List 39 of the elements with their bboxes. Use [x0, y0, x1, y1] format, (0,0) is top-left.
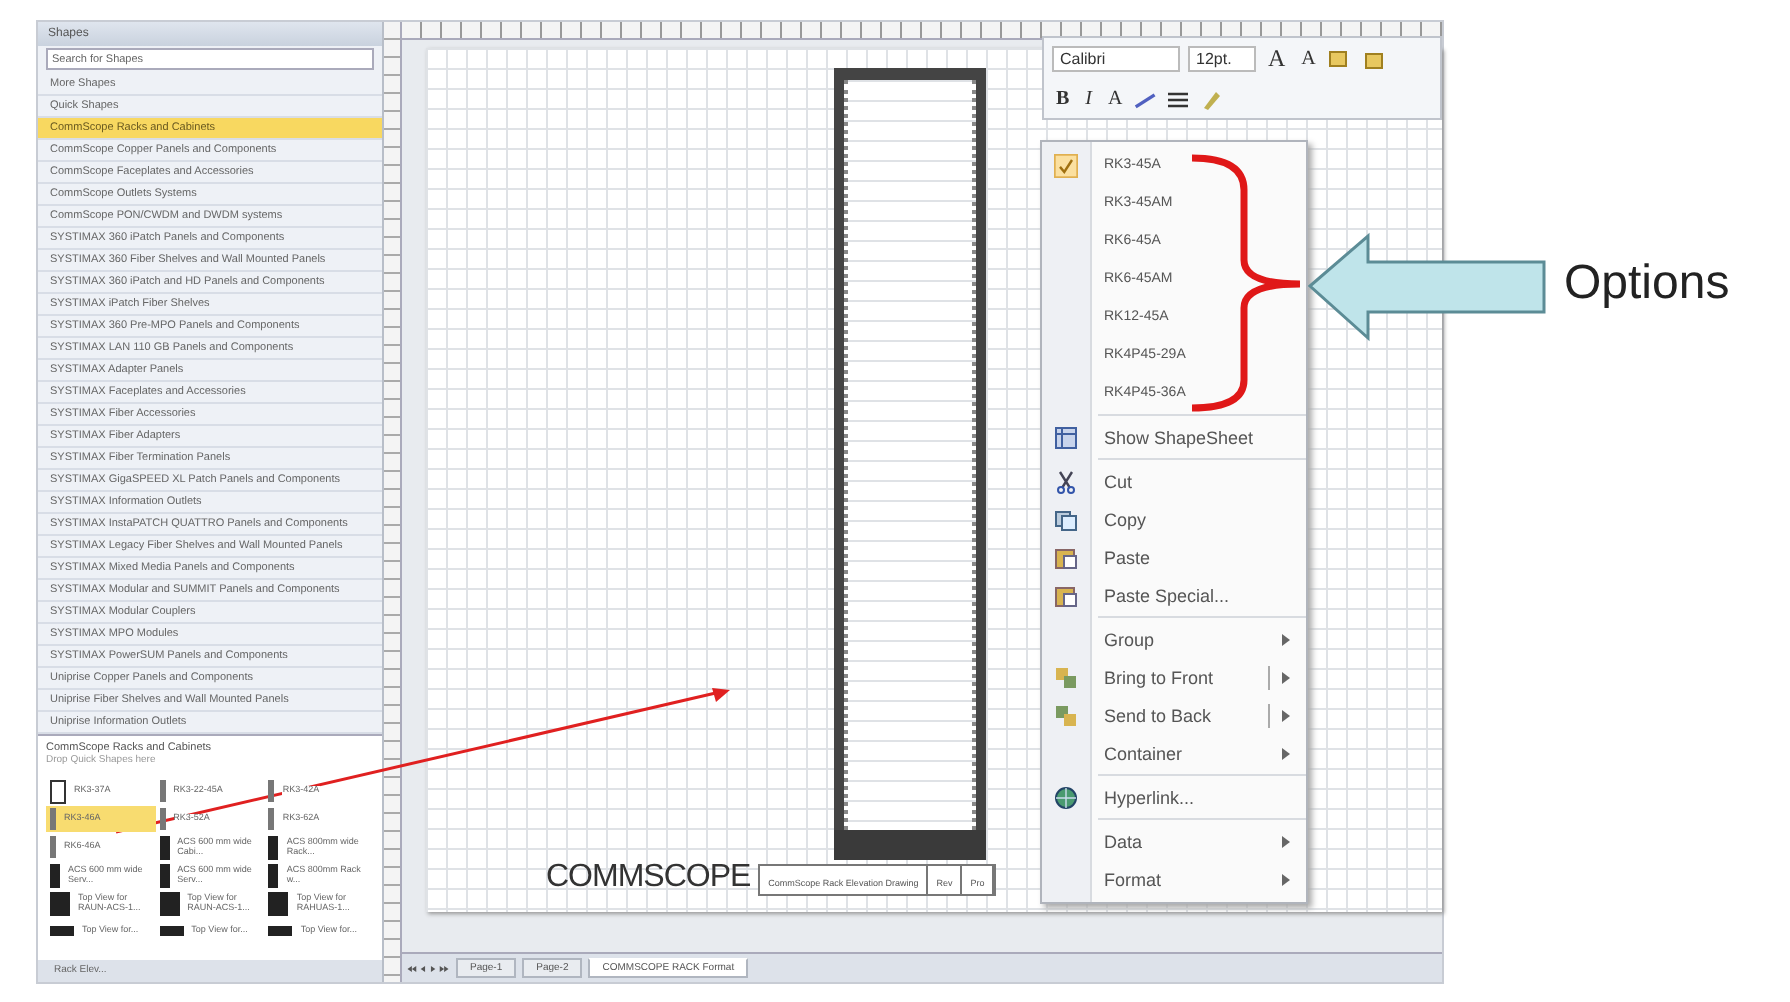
submenu-item[interactable]: Data [1042, 822, 1306, 860]
submenu-item[interactable]: Bring to Front [1042, 658, 1306, 696]
logo-text: COMMSCOPE [546, 860, 751, 896]
globe-icon [1054, 785, 1078, 809]
submenu-arrow-icon [1282, 835, 1290, 847]
copy-icon [1054, 507, 1078, 531]
menu-item[interactable]: Copy [1042, 500, 1306, 538]
rack-shape[interactable] [833, 68, 985, 860]
page-navigation-icon[interactable] [406, 963, 450, 973]
annotation-label: Options [1564, 256, 1730, 312]
font-color-button[interactable]: A [1104, 88, 1127, 111]
menu-item[interactable]: Paste Special... [1042, 576, 1306, 614]
submenu-item[interactable]: Send to Back [1042, 696, 1306, 734]
submenu-item[interactable]: Container [1042, 734, 1306, 772]
menu-item[interactable]: Cut [1042, 462, 1306, 500]
line-color-icon[interactable] [1134, 87, 1159, 112]
arrange-icon [1054, 665, 1078, 689]
font-size-dropdown[interactable]: 12pt. [1188, 46, 1256, 73]
clipboard-icon [1054, 545, 1078, 569]
submenu-arrow-icon [1282, 633, 1290, 645]
submenu-item[interactable]: Group [1042, 620, 1306, 658]
submenu-item[interactable]: Format [1042, 860, 1306, 898]
font-dropdown[interactable]: Calibri [1052, 46, 1180, 73]
grow-font-button[interactable]: A [1264, 44, 1290, 75]
align-icon[interactable] [1166, 87, 1191, 112]
italic-button[interactable]: I [1081, 88, 1097, 111]
menu-item[interactable]: Show ShapeSheet [1042, 418, 1306, 456]
clipboard-icon [1054, 583, 1078, 607]
bold-button[interactable]: B [1052, 88, 1074, 111]
submenu-arrow-icon [1282, 671, 1290, 683]
submenu-arrow-icon [1282, 747, 1290, 759]
menu-item[interactable]: Hyperlink... [1042, 778, 1306, 816]
sheet-icon [1054, 425, 1078, 449]
arrange-icon [1054, 703, 1078, 727]
submenu-arrow-icon [1282, 709, 1290, 721]
scissors-icon [1054, 469, 1078, 493]
submenu-arrow-icon [1282, 873, 1290, 885]
shrink-font-button[interactable]: A [1297, 48, 1320, 71]
menu-item[interactable]: Paste [1042, 538, 1306, 576]
